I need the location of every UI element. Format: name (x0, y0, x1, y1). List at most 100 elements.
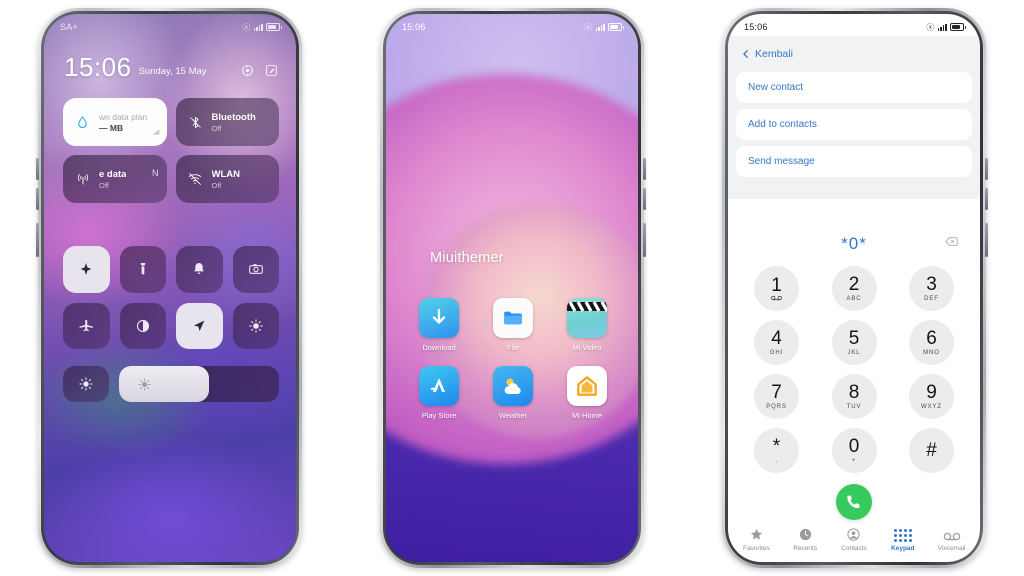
key-7[interactable]: 7 PQRS (754, 374, 799, 419)
app-weather[interactable]: Weather (482, 366, 544, 420)
app-label: File (506, 343, 520, 352)
send-message-item[interactable]: Send message (736, 146, 972, 177)
star-icon (750, 528, 763, 540)
key-digit: 3 (926, 274, 937, 296)
tab-label: Keypad (891, 545, 915, 552)
tile-title: e data (99, 168, 127, 180)
key-4[interactable]: 4 GHI (754, 320, 799, 365)
screenshot-canvas: SA+ ⓧ 15:06 Sunday, 15 May wn data plan … (0, 0, 1024, 576)
ringer-toggle[interactable] (176, 246, 223, 293)
status-bar: 15:06 ⓧ (728, 14, 980, 36)
key-letters: DEF (924, 295, 939, 302)
key-8[interactable]: 8 TUV (831, 374, 877, 419)
dialpad: 1 2 ABC 3 DEF 4 GHI 5 JKL 6 MNO 7 PQRS 8… (754, 266, 954, 482)
add-to-contacts-item[interactable]: Add to contacts (736, 109, 972, 140)
app-file[interactable]: File (482, 298, 544, 352)
dialed-number[interactable]: *0* (841, 234, 867, 254)
bluetooth-tile[interactable]: Bluetooth Off (175, 98, 279, 146)
bell-icon (194, 263, 204, 275)
app-row: Download File Mi Video (408, 298, 618, 352)
brand-label: Miuithemer (430, 250, 504, 266)
status-time: 15:06 (744, 22, 768, 32)
tile-text: WLAN Off (212, 169, 241, 190)
dark-mode-toggle[interactable] (119, 302, 166, 349)
wlan-tile[interactable]: WLAN Off (175, 155, 279, 203)
power-button[interactable] (643, 223, 646, 257)
airplane-mode-toggle[interactable] (63, 302, 110, 349)
key-hash[interactable]: # (909, 428, 954, 473)
tab-label: Favorites (743, 545, 770, 552)
mute-icon: ⓧ (584, 22, 593, 32)
location-toggle[interactable] (176, 302, 223, 349)
reading-mode-toggle[interactable] (232, 302, 279, 349)
data-plan-card[interactable]: wn data plan — MB (63, 98, 167, 146)
power-button[interactable] (36, 223, 39, 257)
toggle-row (63, 246, 279, 293)
tile-title: wn data plan (99, 111, 148, 122)
app-download[interactable]: Download (408, 298, 470, 352)
new-contact-item[interactable]: New contact (736, 72, 972, 103)
tab-keypad[interactable]: Keypad (879, 529, 927, 552)
key-1[interactable]: 1 (754, 266, 799, 311)
volume-up-button[interactable] (985, 158, 988, 180)
key-digit: 8 (848, 382, 860, 404)
key-letters: + (851, 457, 857, 464)
volume-down-button[interactable] (643, 188, 646, 210)
key-digit: 4 (771, 328, 782, 350)
power-button[interactable] (985, 223, 988, 257)
chevron-left-icon (743, 50, 748, 58)
phone-handset-icon (847, 495, 860, 509)
brightness-slider[interactable] (119, 366, 279, 402)
call-row (728, 484, 980, 520)
brightness-icon (138, 378, 151, 390)
clapperboard-icon (567, 298, 607, 338)
auto-brightness-toggle[interactable] (63, 246, 110, 293)
tab-voicemail[interactable]: Voicemail (928, 531, 976, 552)
flashlight-toggle[interactable] (119, 246, 166, 293)
app-play-store[interactable]: Play Store (408, 366, 470, 420)
tile-trailing-text: N (152, 168, 159, 178)
call-button[interactable] (836, 484, 872, 520)
phone-screen: 15:06 ⓧ Kembali New contact Add to conta… (728, 14, 980, 562)
dialpad-row: 1 2 ABC 3 DEF (754, 266, 954, 311)
phone-mockup-dialer: 15:06 ⓧ Kembali New contact Add to conta… (722, 8, 988, 568)
key-5[interactable]: 5 JKL (831, 320, 877, 365)
clock-date: Sunday, 15 May (138, 66, 207, 77)
panel-spacer (728, 183, 980, 199)
tab-favorites[interactable]: Favorites (732, 527, 780, 552)
quick-setting-tiles: wn data plan — MB Bluetooth Off e data O… (63, 98, 279, 212)
airplane-icon (79, 320, 93, 332)
key-6[interactable]: 6 MNO (909, 320, 954, 365)
volume-up-button[interactable] (643, 158, 646, 180)
key-star[interactable]: * , (754, 428, 799, 473)
mobile-data-tile[interactable]: e data Off N (63, 155, 167, 203)
brightness-slider-fill (119, 366, 209, 402)
key-3[interactable]: 3 DEF (909, 266, 954, 311)
screenshot-toggle[interactable] (232, 246, 279, 293)
edit-icon[interactable] (265, 64, 278, 77)
key-9[interactable]: 9 WXYZ (909, 374, 954, 419)
backspace-icon[interactable] (945, 235, 958, 253)
dialed-number-row: *0* (728, 234, 980, 254)
key-0[interactable]: 0 + (831, 428, 877, 473)
volume-down-button[interactable] (985, 188, 988, 210)
phone-screen: 15:06 ⓧ Miuithemer Download File Mi Vide… (386, 14, 638, 562)
settings-gear-icon[interactable] (241, 64, 254, 77)
app-mi-video[interactable]: Mi Video (556, 298, 618, 352)
tile-text: e data Off (99, 169, 126, 190)
app-mi-home[interactable]: Mi Home (556, 366, 618, 420)
wallpaper (386, 14, 638, 562)
tab-contacts[interactable]: Contacts (830, 527, 878, 552)
tab-recents[interactable]: Recents (781, 527, 829, 552)
app-label: Weather (498, 411, 528, 420)
mute-icon: ⓧ (926, 22, 935, 32)
auto-brightness-button[interactable] (63, 366, 109, 402)
key-2[interactable]: 2 ABC (831, 266, 877, 311)
back-button[interactable]: Kembali (728, 42, 980, 72)
phone-mockup-home-screen: 15:06 ⓧ Miuithemer Download File Mi Vide… (380, 8, 646, 568)
volume-down-button[interactable] (36, 188, 39, 210)
key-letters: ABC (846, 295, 862, 302)
volume-up-button[interactable] (36, 158, 39, 180)
toggle-row (63, 302, 279, 349)
key-letters: , (775, 457, 778, 464)
